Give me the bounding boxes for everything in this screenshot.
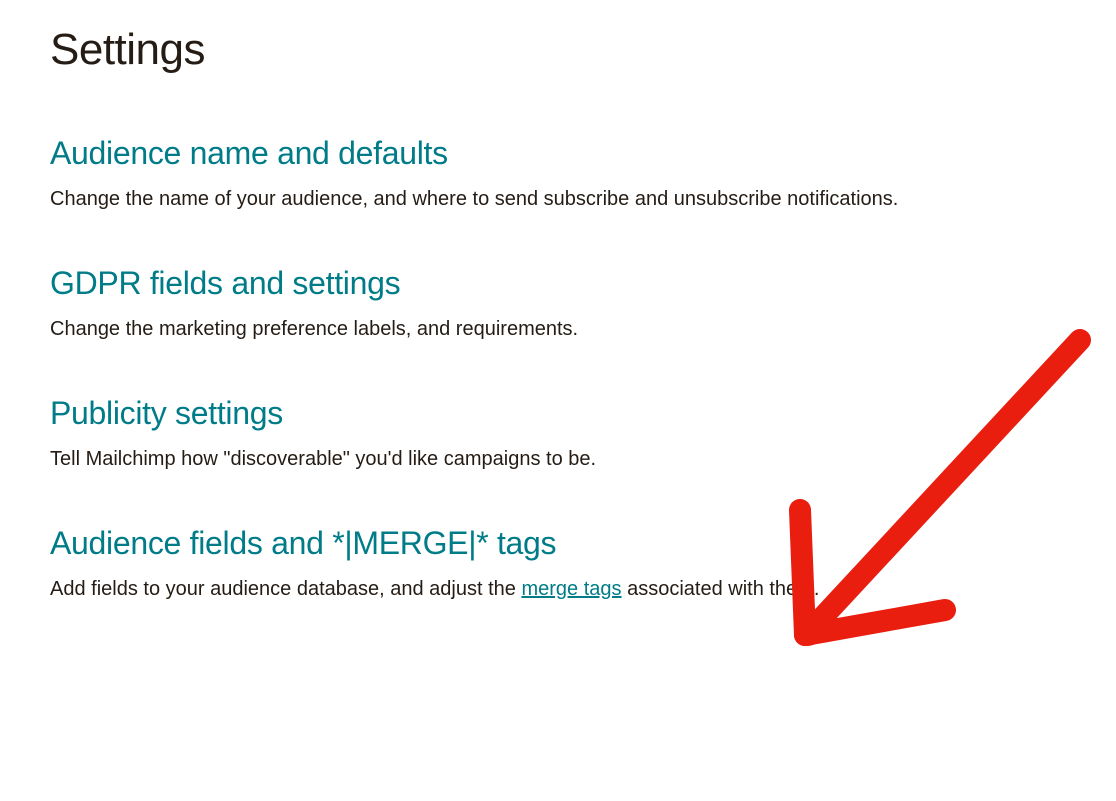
settings-section-gdpr: GDPR fields and settings Change the mark… [50, 265, 1066, 345]
link-publicity-settings[interactable]: Publicity settings [50, 395, 283, 432]
settings-section-publicity: Publicity settings Tell Mailchimp how "d… [50, 395, 1066, 475]
section-desc: Change the name of your audience, and wh… [50, 184, 1066, 215]
section-desc: Tell Mailchimp how "discoverable" you'd … [50, 444, 1066, 475]
link-audience-name-defaults[interactable]: Audience name and defaults [50, 135, 448, 172]
settings-section-audience-fields: Audience fields and *|MERGE|* tags Add f… [50, 525, 1066, 605]
section-desc-text-post: associated with them. [622, 578, 820, 600]
section-desc: Add fields to your audience database, an… [50, 574, 1066, 605]
section-desc-text-pre: Add fields to your audience database, an… [50, 578, 521, 600]
section-desc: Change the marketing preference labels, … [50, 314, 1066, 345]
link-gdpr-fields-settings[interactable]: GDPR fields and settings [50, 265, 400, 302]
link-merge-tags[interactable]: merge tags [521, 578, 621, 600]
settings-section-audience-name: Audience name and defaults Change the na… [50, 135, 1066, 215]
link-audience-fields-merge-tags[interactable]: Audience fields and *|MERGE|* tags [50, 525, 556, 562]
annotation-arrow-icon [740, 320, 1110, 690]
page-title: Settings [50, 25, 1066, 75]
